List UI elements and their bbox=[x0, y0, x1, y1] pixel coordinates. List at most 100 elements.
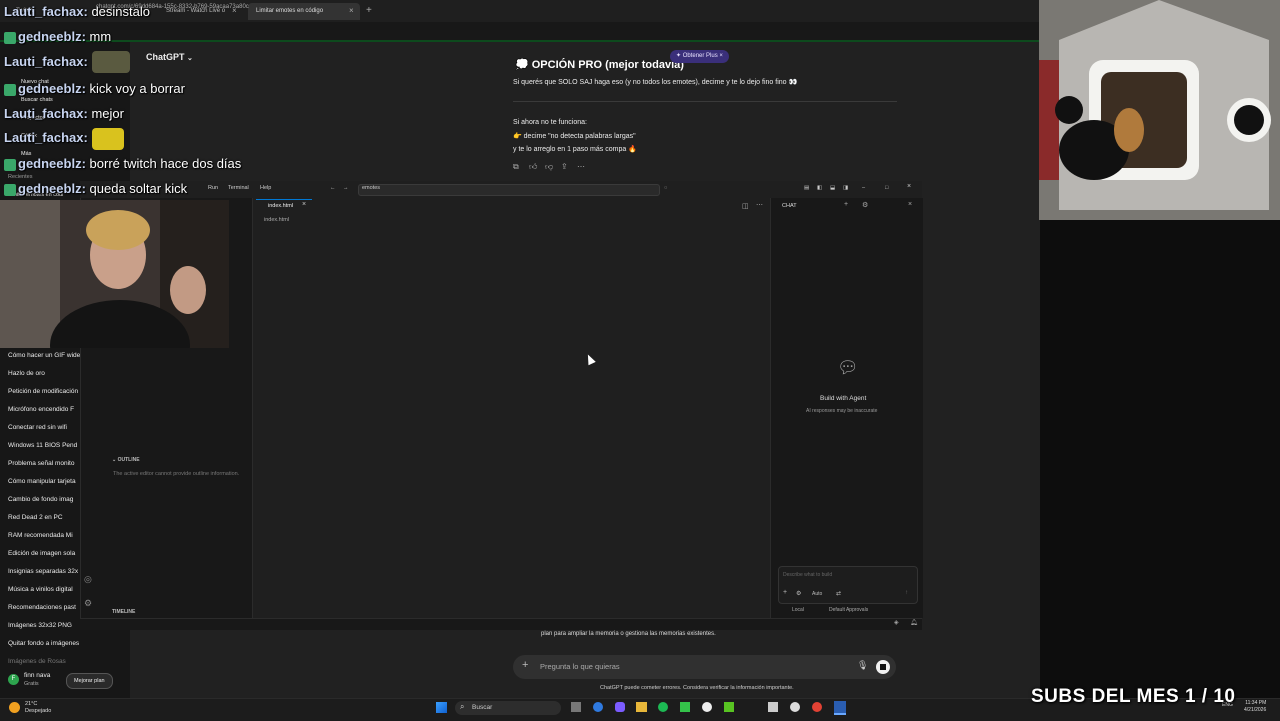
history-item[interactable]: RAM recomendada Mi bbox=[8, 532, 80, 539]
chat-text: kick voy a borrar bbox=[89, 81, 185, 96]
split-editor-icon[interactable]: ◫ bbox=[742, 202, 749, 210]
history-item[interactable]: Hazlo de oro bbox=[8, 370, 80, 377]
app-icon[interactable] bbox=[702, 702, 712, 712]
vscode-icon[interactable] bbox=[834, 701, 846, 715]
history-item[interactable]: Recomendaciones past bbox=[8, 604, 80, 611]
history-item[interactable]: Música a vinilos digital bbox=[8, 586, 80, 593]
windows-start-icon[interactable] bbox=[436, 702, 447, 713]
chat-message: gedneeblz: kick voy a borrar bbox=[4, 81, 185, 96]
agent-chat-icon: 💬︎ bbox=[837, 358, 859, 377]
history-item[interactable]: Quitar fondo a imágenes bbox=[8, 640, 80, 647]
chat-input[interactable]: Pregunta lo que quieras bbox=[540, 662, 620, 671]
outline-header[interactable]: ⌄ OUTLINE bbox=[112, 457, 140, 463]
account-icon[interactable]: ◎ bbox=[84, 574, 92, 585]
maximize-icon[interactable]: □ bbox=[885, 185, 888, 191]
status-bar bbox=[80, 618, 922, 630]
microphone-icon[interactable]: 🎙︎ bbox=[857, 660, 868, 671]
kick-icon[interactable] bbox=[680, 702, 690, 712]
app-icon[interactable] bbox=[790, 702, 800, 712]
approvals-selector[interactable]: Default Approvals bbox=[829, 607, 868, 613]
minimize-icon[interactable]: – bbox=[862, 185, 865, 191]
editor-area[interactable] bbox=[253, 198, 770, 618]
close-tab-icon[interactable]: × bbox=[349, 6, 354, 15]
menu-help[interactable]: Help bbox=[260, 185, 271, 191]
gear-icon[interactable]: ⚙ bbox=[862, 201, 868, 209]
model-selector[interactable]: ChatGPT ⌄ bbox=[146, 52, 193, 62]
chat-text: mejor bbox=[91, 106, 124, 121]
history-item[interactable]: Petición de modificación bbox=[8, 388, 80, 395]
taskbar-search[interactable] bbox=[455, 701, 561, 715]
layout-icon[interactable]: ▤ bbox=[804, 185, 809, 191]
close-panel-icon[interactable]: × bbox=[908, 201, 912, 208]
agent-title: Build with Agent bbox=[820, 395, 867, 402]
app-icon[interactable] bbox=[615, 702, 625, 712]
clock[interactable]: 11:34 PM 4/21/2026 bbox=[1244, 700, 1266, 714]
get-plus-label: Obtener Plus bbox=[682, 53, 718, 59]
copy-icon[interactable]: ⧉ bbox=[513, 162, 519, 172]
new-chat-icon[interactable]: + bbox=[844, 201, 848, 208]
close-icon[interactable]: × bbox=[719, 53, 723, 59]
history-item[interactable]: Conectar red sin wifi bbox=[8, 424, 80, 431]
chat-text: borré twitch hace dos días bbox=[89, 156, 242, 171]
new-tab-icon[interactable]: + bbox=[366, 5, 372, 16]
get-plus-button[interactable]: ✦ Obtener Plus × bbox=[670, 50, 729, 63]
app-icon[interactable] bbox=[768, 702, 778, 712]
history-item[interactable]: Problema señal monito bbox=[8, 460, 80, 467]
edge-icon[interactable] bbox=[593, 702, 603, 712]
thumbs-down-icon[interactable]: 👎︎ bbox=[545, 162, 553, 172]
configure-icon[interactable]: ⇄ bbox=[836, 590, 841, 597]
close-window-icon[interactable]: × bbox=[907, 183, 911, 190]
chat-username: gedneeblz: bbox=[18, 156, 86, 171]
add-attachment-icon[interactable]: + bbox=[522, 659, 528, 671]
back-arrow-icon[interactable]: ← bbox=[330, 185, 336, 191]
chat-message: Lauti_fachax: mejor bbox=[4, 106, 124, 121]
browser-tab-active[interactable]: Limitar emotes en código bbox=[248, 3, 360, 20]
mode-selector[interactable]: Auto bbox=[812, 591, 822, 597]
history-item[interactable]: Insignias separadas 32x bbox=[8, 568, 80, 575]
weather-icon[interactable] bbox=[9, 702, 20, 713]
copilot-status-icon[interactable]: ◈ bbox=[894, 619, 899, 626]
history-item[interactable]: Red Dead 2 en PC bbox=[8, 514, 80, 521]
gear-icon[interactable]: ⚙ bbox=[84, 598, 92, 609]
history-item[interactable]: Edición de imagen sola bbox=[8, 550, 80, 557]
thumbs-up-icon[interactable]: 👍︎ bbox=[529, 162, 537, 172]
user-plan: Gratis bbox=[24, 681, 39, 687]
more-actions-icon[interactable]: ⋯ bbox=[756, 201, 763, 209]
add-context-icon[interactable]: + bbox=[783, 589, 787, 596]
history-item[interactable]: Cómo manipular tarjeta bbox=[8, 478, 80, 485]
notifications-icon[interactable]: 🔔︎ bbox=[910, 619, 918, 626]
file-explorer-icon[interactable] bbox=[636, 702, 647, 712]
history-item[interactable]: Cómo hacer un GIF wide bbox=[8, 352, 80, 359]
location-selector[interactable]: Local bbox=[792, 607, 804, 613]
history-item[interactable]: Micrófono encendido F bbox=[8, 406, 80, 413]
history-item[interactable]: Imágenes de Rosas bbox=[8, 658, 80, 665]
upgrade-plan-button[interactable]: Mejorar plan bbox=[66, 673, 113, 689]
copilot-icon[interactable]: ◌ bbox=[664, 185, 667, 191]
command-center[interactable] bbox=[358, 184, 660, 196]
toggle-panel-icon[interactable]: ⬓ bbox=[830, 185, 835, 191]
weather-widget[interactable]: 21°C Despejado bbox=[25, 701, 51, 715]
breadcrumb[interactable]: index.html bbox=[264, 217, 289, 223]
share-icon[interactable]: ⇪ bbox=[561, 162, 568, 171]
app-icon[interactable] bbox=[724, 702, 734, 712]
chat-text: mm bbox=[89, 29, 112, 44]
task-view-icon[interactable] bbox=[571, 702, 581, 712]
history-item[interactable]: Windows 11 BIOS Pend bbox=[8, 442, 80, 449]
tools-icon[interactable]: ⚙ bbox=[796, 590, 801, 597]
user-avatar[interactable]: F bbox=[8, 674, 19, 685]
spotify-icon[interactable] bbox=[658, 702, 668, 712]
close-tab-icon[interactable]: × bbox=[302, 201, 306, 208]
history-item[interactable]: Imágenes 32x32 PNG bbox=[8, 622, 80, 629]
chrome-icon[interactable] bbox=[812, 702, 822, 712]
forward-arrow-icon[interactable]: → bbox=[343, 185, 349, 191]
toggle-secondary-sidebar-icon[interactable]: ◨ bbox=[843, 185, 848, 191]
sidebar-item-search-chats[interactable]: Buscar chats bbox=[21, 97, 93, 103]
chat-panel-title: CHAT bbox=[782, 203, 797, 209]
toggle-sidebar-icon[interactable]: ◧ bbox=[817, 185, 822, 191]
menu-terminal[interactable]: Terminal bbox=[228, 185, 249, 191]
history-item[interactable]: Cambio de fondo imag bbox=[8, 496, 80, 503]
timeline-header[interactable]: TIMELINE bbox=[112, 609, 135, 615]
more-icon[interactable]: ⋯ bbox=[577, 162, 585, 171]
menu-run[interactable]: Run bbox=[208, 185, 218, 191]
send-icon[interactable]: ↑ bbox=[905, 590, 908, 596]
